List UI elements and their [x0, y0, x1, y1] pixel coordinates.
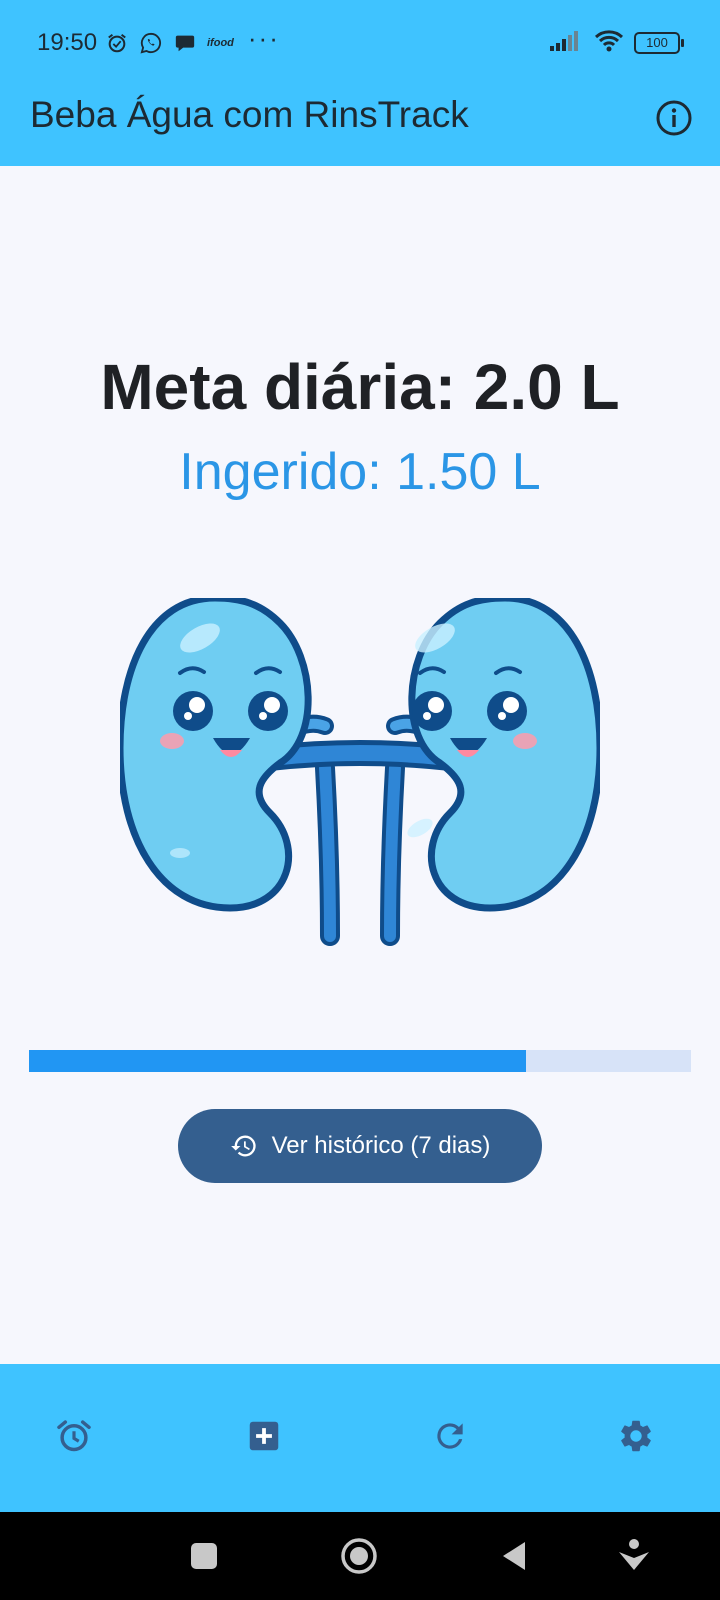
- status-bar: 19:50 ifood ··· 100: [0, 0, 720, 84]
- app-title: Beba Água com RinsTrack: [30, 94, 469, 135]
- settings-icon: [621, 1420, 651, 1452]
- intake-text: Ingerido: 1.50 L: [179, 443, 541, 501]
- home-button[interactable]: [337, 1534, 381, 1578]
- add-box-icon: [249, 1421, 279, 1451]
- battery-icon: 100: [634, 32, 684, 54]
- assist-icon: [619, 1539, 649, 1570]
- reset-button[interactable]: [428, 1414, 472, 1458]
- view-history-label: Ver histórico (7 dias): [271, 1132, 491, 1159]
- more-notifications-icon: ···: [247, 22, 280, 53]
- intake-progress-fill: [29, 1050, 526, 1072]
- back-icon: [503, 1542, 525, 1570]
- system-navigation-bar: [0, 1512, 720, 1600]
- view-history-button[interactable]: Ver histórico (7 dias): [178, 1109, 542, 1183]
- home-icon: [341, 1538, 377, 1574]
- ifood-icon: ifood: [207, 37, 234, 49]
- add-water-button[interactable]: [242, 1414, 286, 1458]
- alarm-status-icon: [105, 31, 129, 55]
- assist-button[interactable]: [612, 1534, 656, 1578]
- reminder-button[interactable]: [52, 1414, 96, 1458]
- system-status-icons: 100: [550, 29, 684, 58]
- message-icon: [173, 31, 197, 55]
- intake-progress-bar: [29, 1050, 691, 1072]
- settings-button[interactable]: [614, 1414, 658, 1458]
- recents-button[interactable]: [182, 1534, 226, 1578]
- info-button[interactable]: [654, 98, 694, 138]
- kidney-mascot-illustration: [116, 594, 604, 958]
- history-icon: [230, 1135, 256, 1157]
- recents-icon: [191, 1543, 217, 1569]
- whatsapp-icon: [139, 31, 163, 55]
- signal-icon: [550, 30, 584, 57]
- back-button[interactable]: [492, 1534, 536, 1578]
- info-icon: [656, 100, 692, 136]
- alarm-icon: [57, 1420, 91, 1452]
- wifi-icon: [594, 29, 624, 58]
- bottom-action-bar: [0, 1364, 720, 1512]
- notification-icons: ifood ···: [105, 23, 280, 56]
- refresh-icon: [437, 1423, 463, 1449]
- app-bar: Beba Água com RinsTrack: [0, 84, 720, 166]
- daily-goal-text: Meta diária: 2.0 L: [100, 351, 620, 423]
- status-time: 19:50: [37, 29, 98, 56]
